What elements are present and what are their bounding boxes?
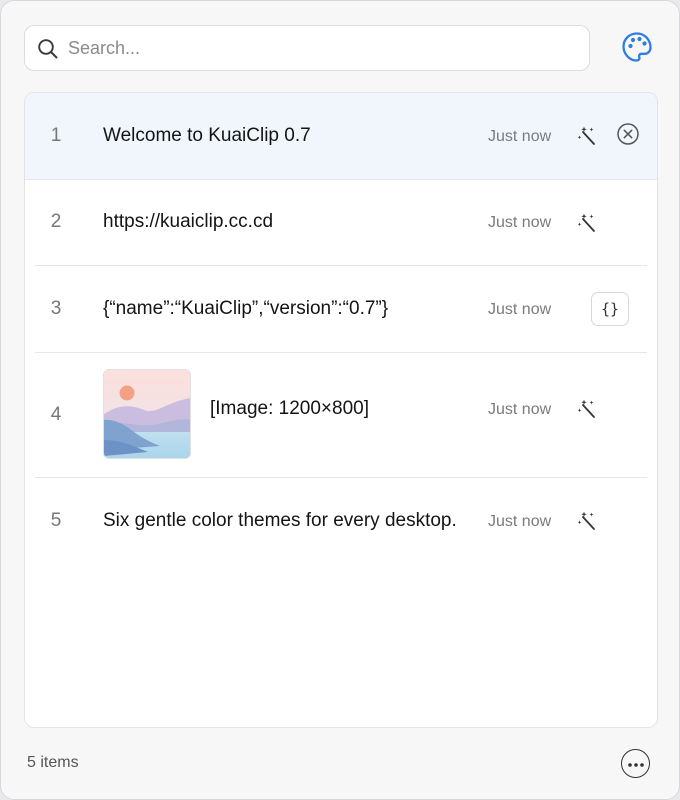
item-timestamp: Just now bbox=[488, 128, 552, 145]
theme-palette-button[interactable] bbox=[618, 30, 656, 68]
landscape-image-thumbnail bbox=[103, 369, 191, 459]
item-timestamp: Just now bbox=[488, 301, 552, 318]
format-json-button[interactable]: {} bbox=[591, 292, 629, 326]
item-text: Welcome to KuaiClip 0.7 bbox=[103, 125, 311, 146]
list-item[interactable]: 1 Welcome to KuaiClip 0.7 Just now bbox=[25, 93, 657, 180]
list-item[interactable]: 4 [Image: 1200×800] Just now bbox=[25, 353, 657, 478]
list-item[interactable]: 3 {“name”:“KuaiClip”,“version”:“0.7”} Ju… bbox=[25, 266, 657, 353]
item-index: 4 bbox=[50, 404, 62, 425]
list-item[interactable]: 5 Six gentle color themes for every desk… bbox=[25, 478, 657, 564]
remove-item-button[interactable] bbox=[615, 122, 641, 151]
search-box[interactable] bbox=[24, 25, 590, 71]
item-index: 2 bbox=[50, 211, 62, 232]
item-timestamp: Just now bbox=[488, 214, 552, 231]
item-count-label: 5 items bbox=[27, 754, 79, 771]
item-timestamp: Just now bbox=[488, 401, 552, 418]
close-circle-icon bbox=[616, 122, 640, 151]
search-icon bbox=[37, 38, 59, 60]
magic-wand-icon[interactable] bbox=[573, 394, 603, 424]
item-index: 3 bbox=[50, 298, 62, 319]
item-text: [Image: 1200×800] bbox=[210, 398, 369, 419]
search-input[interactable] bbox=[68, 26, 578, 70]
more-options-icon bbox=[627, 755, 645, 773]
clipboard-window: 1 Welcome to KuaiClip 0.7 Just now bbox=[0, 0, 680, 800]
item-timestamp: Just now bbox=[488, 513, 552, 530]
item-text: Six gentle color themes for every deskto… bbox=[103, 510, 457, 531]
magic-wand-icon[interactable] bbox=[573, 506, 603, 536]
item-text: {“name”:“KuaiClip”,“version”:“0.7”} bbox=[103, 298, 389, 319]
magic-wand-icon[interactable] bbox=[573, 121, 603, 151]
item-index: 5 bbox=[50, 510, 62, 531]
palette-icon bbox=[620, 30, 654, 69]
magic-wand-icon[interactable] bbox=[573, 208, 603, 238]
list-item[interactable]: 2 https://kuaiclip.cc.cd Just now bbox=[25, 180, 657, 266]
more-options-button[interactable] bbox=[621, 749, 650, 778]
item-index: 1 bbox=[50, 125, 62, 146]
item-text: https://kuaiclip.cc.cd bbox=[103, 211, 274, 232]
clipboard-history-list: 1 Welcome to KuaiClip 0.7 Just now 2 htt… bbox=[24, 92, 658, 728]
